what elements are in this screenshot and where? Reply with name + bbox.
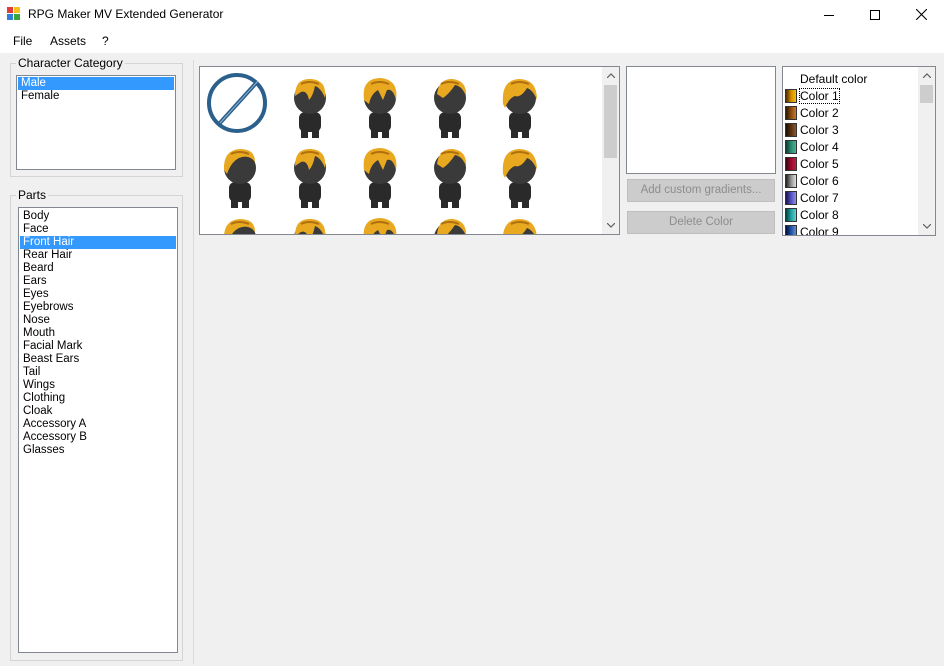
front-hair-thumbnail[interactable] <box>345 210 415 234</box>
color-scrollbar[interactable] <box>918 67 935 235</box>
parts-item-accessory-b[interactable]: Accessory B <box>20 431 176 444</box>
parts-item-cloak[interactable]: Cloak <box>20 405 176 418</box>
color-item[interactable]: Color 9 <box>785 223 839 235</box>
close-icon <box>915 9 927 20</box>
menu-help[interactable]: ? <box>102 34 109 48</box>
front-hair-thumbnail[interactable] <box>205 210 275 234</box>
character-category-list[interactable]: Male Female <box>16 75 176 170</box>
parts-item-eyebrows[interactable]: Eyebrows <box>20 301 176 314</box>
minimize-button[interactable] <box>806 0 852 29</box>
parts-item-beast-ears[interactable]: Beast Ears <box>20 353 176 366</box>
parts-item-nose[interactable]: Nose <box>20 314 176 327</box>
color-item[interactable]: Color 2 <box>785 104 839 121</box>
color-swatch <box>785 122 797 137</box>
color-list[interactable]: Default color Color 1 Color 2 Color 3 Color … <box>782 66 936 236</box>
color-swatch <box>785 88 797 103</box>
front-hair-thumbnail[interactable] <box>205 140 275 210</box>
front-hair-thumbnail[interactable] <box>275 140 345 210</box>
category-item-male[interactable]: Male <box>18 77 174 90</box>
front-hair-thumbnail[interactable] <box>345 140 415 210</box>
parts-item-mouth[interactable]: Mouth <box>20 327 176 340</box>
maximize-button[interactable] <box>852 0 898 29</box>
front-hair-thumbnail[interactable] <box>345 70 415 140</box>
color-label: Color 6 <box>800 173 839 188</box>
menu-bar: File Assets ? <box>0 29 944 53</box>
front-hair-thumbnail[interactable] <box>415 210 485 234</box>
color-item[interactable]: Color 3 <box>785 121 839 138</box>
maximize-icon <box>870 9 880 20</box>
color-label: Color 1 <box>799 87 840 104</box>
parts-item-clothing[interactable]: Clothing <box>20 392 176 405</box>
minimize-icon <box>824 14 834 16</box>
category-item-female[interactable]: Female <box>18 90 174 103</box>
color-swatch <box>785 207 797 222</box>
color-scroll-thumb[interactable] <box>920 85 933 103</box>
parts-item-eyes[interactable]: Eyes <box>20 288 176 301</box>
title-bar: RPG Maker MV Extended Generator <box>0 0 944 29</box>
close-button[interactable] <box>898 0 944 29</box>
parts-item-rear-hair[interactable]: Rear Hair <box>20 249 176 262</box>
front-hair-thumbnail[interactable] <box>485 210 555 234</box>
parts-item-accessory-a[interactable]: Accessory A <box>20 418 176 431</box>
color-label: Color 5 <box>800 156 839 171</box>
parts-list[interactable]: Body Face Front Hair Rear Hair Beard Ears Eyes… <box>18 207 178 653</box>
parts-item-front-hair[interactable]: Front Hair <box>20 236 176 249</box>
parts-label: Parts <box>16 188 49 202</box>
parts-item-tail[interactable]: Tail <box>20 366 176 379</box>
character-category-label: Character Category <box>16 56 125 70</box>
color-swatch <box>785 72 797 86</box>
menu-file[interactable]: File <box>13 34 32 48</box>
parts-item-beard[interactable]: Beard <box>20 262 176 275</box>
color-item[interactable]: Color 8 <box>785 206 839 223</box>
color-label: Color 3 <box>800 122 839 137</box>
front-hair-thumbnail[interactable] <box>415 70 485 140</box>
color-item[interactable]: Default color <box>785 70 867 87</box>
none-icon[interactable] <box>205 70 275 140</box>
window-title: RPG Maker MV Extended Generator <box>28 7 224 21</box>
scroll-thumb[interactable] <box>604 85 617 158</box>
color-label: Default color <box>800 71 868 86</box>
color-label: Color 9 <box>800 224 839 236</box>
thumbnail-scrollbar[interactable] <box>602 67 619 234</box>
parts-item-ears[interactable]: Ears <box>20 275 176 288</box>
color-scroll-up-arrow-icon[interactable] <box>918 67 935 84</box>
color-item[interactable]: Color 7 <box>785 189 839 206</box>
delete-color-button[interactable]: Delete Color <box>627 211 775 234</box>
color-swatch <box>785 105 797 120</box>
color-swatch <box>785 156 797 171</box>
scroll-down-arrow-icon[interactable] <box>602 217 619 234</box>
front-hair-thumbnail[interactable] <box>415 140 485 210</box>
color-scroll-down-arrow-icon[interactable] <box>918 218 935 235</box>
front-hair-thumbnail[interactable] <box>485 70 555 140</box>
front-hair-thumbnail[interactable] <box>275 70 345 140</box>
color-swatch <box>785 139 797 154</box>
front-hair-thumbnail[interactable] <box>485 140 555 210</box>
color-label: Color 7 <box>800 190 839 205</box>
parts-item-facial-mark[interactable]: Facial Mark <box>20 340 176 353</box>
gradient-preview-box <box>626 66 776 174</box>
color-swatch <box>785 224 797 235</box>
color-item[interactable]: Color 5 <box>785 155 839 172</box>
parts-item-face[interactable]: Face <box>20 223 176 236</box>
scroll-up-arrow-icon[interactable] <box>602 67 619 84</box>
add-custom-gradients-button[interactable]: Add custom gradients... <box>627 179 775 202</box>
parts-item-glasses[interactable]: Glasses <box>20 444 176 457</box>
color-item[interactable]: Color 4 <box>785 138 839 155</box>
front-hair-thumbnail[interactable] <box>275 210 345 234</box>
color-label: Color 4 <box>800 139 839 154</box>
parts-item-wings[interactable]: Wings <box>20 379 176 392</box>
color-item[interactable]: Color 1 <box>785 87 840 104</box>
color-item[interactable]: Color 6 <box>785 172 839 189</box>
parts-item-body[interactable]: Body <box>20 210 176 223</box>
part-thumbnail-grid[interactable] <box>199 66 620 235</box>
menu-assets[interactable]: Assets <box>50 34 86 48</box>
app-icon <box>7 7 20 20</box>
color-swatch <box>785 173 797 188</box>
color-swatch <box>785 190 797 205</box>
color-label: Color 8 <box>800 207 839 222</box>
color-label: Color 2 <box>800 105 839 120</box>
